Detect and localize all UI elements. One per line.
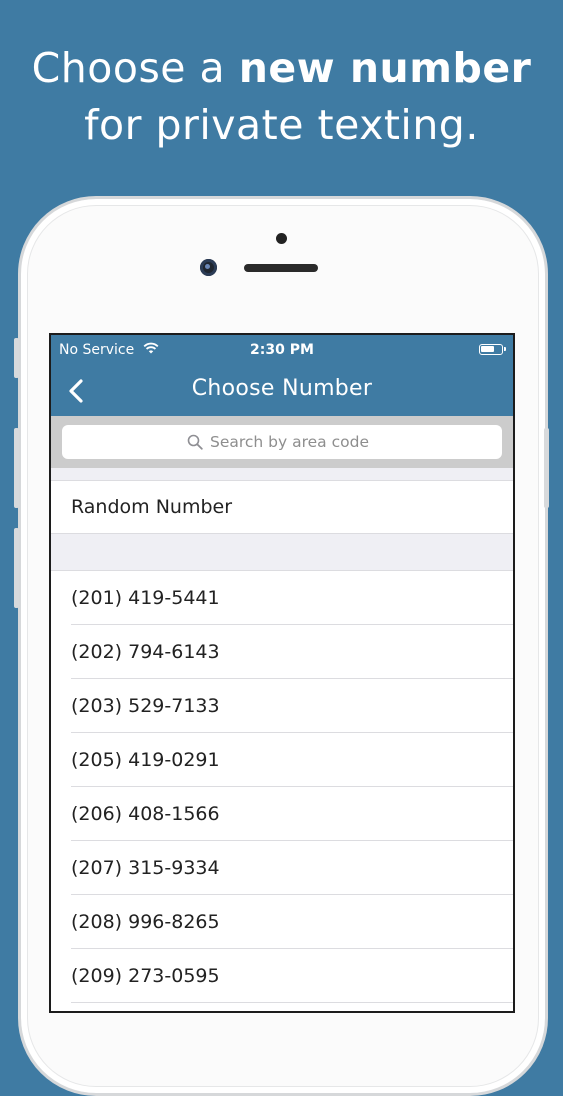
list-item[interactable]: (202) 794-6143	[51, 625, 513, 679]
power-button	[544, 428, 549, 508]
navigation-bar: Choose Number	[51, 365, 513, 416]
volume-down-button	[14, 528, 19, 608]
section-spacer-top	[51, 468, 513, 480]
random-number-row[interactable]: Random Number	[51, 480, 513, 534]
status-bar: No Service 2:30 PM	[51, 335, 513, 365]
headline-normal-text: Choose a	[31, 44, 239, 92]
volume-up-button	[14, 428, 19, 508]
headline-line-1: Choose a new number	[0, 40, 563, 97]
headline-bold-text: new number	[238, 44, 532, 92]
area-code-search-input[interactable]	[210, 425, 470, 459]
phone-number-label: (202) 794-6143	[71, 641, 220, 663]
number-list: (201) 419-5441 (202) 794-6143 (203) 529-…	[51, 570, 513, 1003]
list-item[interactable]: (206) 408-1566	[51, 787, 513, 841]
phone-number-label: (206) 408-1566	[71, 803, 220, 825]
list-item[interactable]: (207) 315-9334	[51, 841, 513, 895]
list-item[interactable]: (209) 273-0595	[51, 949, 513, 1003]
front-camera	[200, 259, 217, 276]
phone-number-label: (209) 273-0595	[71, 965, 220, 987]
page-title: Choose Number	[191, 376, 373, 401]
search-bar	[51, 416, 513, 468]
earpiece-speaker	[244, 264, 318, 272]
phone-number-label: (203) 529-7133	[71, 695, 220, 717]
battery-icon	[479, 344, 506, 355]
list-item[interactable]: (205) 419-0291	[51, 733, 513, 787]
proximity-sensor	[276, 233, 287, 244]
search-field-container[interactable]	[62, 425, 502, 459]
phone-number-label: (208) 996-8265	[71, 911, 220, 933]
section-spacer	[51, 534, 513, 570]
phone-number-label: (207) 315-9334	[71, 857, 220, 879]
headline-line-2: for private texting.	[84, 101, 479, 149]
list-item[interactable]: (208) 996-8265	[51, 895, 513, 949]
list-item[interactable]: (203) 529-7133	[51, 679, 513, 733]
headline: Choose a new number for private texting.	[0, 40, 563, 154]
list-item[interactable]: (201) 419-5441	[51, 571, 513, 625]
random-number-label: Random Number	[71, 496, 233, 518]
phone-number-label: (205) 419-0291	[71, 749, 220, 771]
phone-number-label: (201) 419-5441	[71, 587, 220, 609]
search-icon	[187, 434, 203, 450]
status-time: 2:30 PM	[250, 342, 314, 358]
silent-switch	[14, 338, 19, 378]
phone-screen: No Service 2:30 PM Choose Number Random …	[49, 333, 515, 1013]
